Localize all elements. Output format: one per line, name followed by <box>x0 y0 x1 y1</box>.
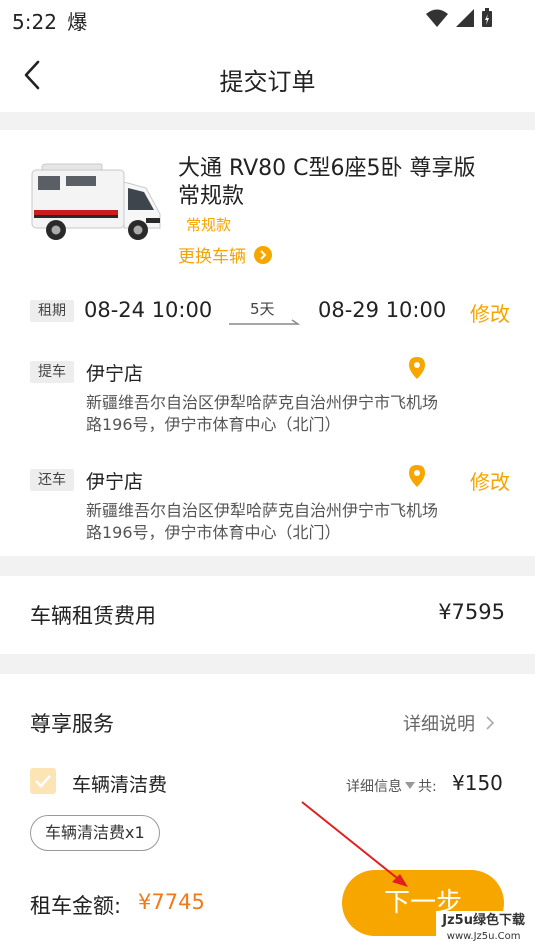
location-pin-icon[interactable] <box>408 356 426 380</box>
pickup-address: 新疆维吾尔自治区伊犁哈萨克自治州伊宁市飞机场路196号，伊宁市体育中心（北门） <box>86 393 439 434</box>
period-tag: 租期 <box>30 300 74 322</box>
modify-return-button[interactable]: 修改 <box>470 466 510 495</box>
rental-duration: 5天 <box>250 300 275 318</box>
duration-arrow-icon <box>229 319 301 325</box>
modify-period-button[interactable]: 修改 <box>470 298 510 327</box>
total-label: 租车金额: <box>30 894 122 918</box>
pickup-store: 伊宁店 <box>86 363 144 385</box>
service-title: 尊享服务 <box>30 712 114 736</box>
vehicle-name-line2: 常规款 <box>178 184 245 209</box>
service-detail-link[interactable]: 详细说明 <box>403 710 495 736</box>
item-info-label: 详细信息 <box>346 779 402 795</box>
rental-fee-label: 车辆租赁费用 <box>30 604 156 628</box>
status-icons <box>425 8 493 28</box>
return-tag: 还车 <box>30 469 74 491</box>
chevron-right-circle-icon <box>254 245 272 264</box>
battery-icon <box>482 8 492 27</box>
triangle-down-icon <box>405 782 415 789</box>
cleaning-fee-info[interactable]: 详细信息 共: <box>346 776 437 796</box>
chevron-right-icon <box>486 716 495 730</box>
item-total-prefix: 共: <box>418 779 437 795</box>
total-amount: ¥7745 <box>138 890 205 914</box>
cleaning-fee-total: ¥150 <box>452 771 503 795</box>
vehicle-badge: 常规款 <box>186 216 232 234</box>
change-vehicle-link[interactable]: 更换车辆 <box>178 242 272 267</box>
checkmark-icon <box>35 775 51 788</box>
annotation-arrow-icon <box>301 801 408 887</box>
return-address: 新疆维吾尔自治区伊犁哈萨克自治州伊宁市飞机场路196号，伊宁市体育中心（北门） <box>86 501 439 542</box>
status-time: 5:22 爆 <box>12 6 87 35</box>
nav-bar: 提交订单 <box>0 36 535 112</box>
selected-service-chip[interactable]: 车辆清洁费x1 <box>30 815 160 851</box>
rental-end: 08-29 10:00 <box>318 298 447 322</box>
rental-fee-card: 车辆租赁费用 ¥7595 <box>0 576 535 654</box>
rental-fee-amount: ¥7595 <box>438 600 505 624</box>
watermark-line1: Jz5u绿色下载 <box>442 913 525 928</box>
location-pin-icon[interactable] <box>408 464 426 488</box>
status-bar: 5:22 爆 <box>0 0 535 36</box>
vehicle-image[interactable] <box>28 162 164 248</box>
notification-glyph: 爆 <box>67 10 88 34</box>
cleaning-fee-label: 车辆清洁费 <box>72 774 168 796</box>
pickup-tag: 提车 <box>30 361 74 383</box>
wifi-icon <box>426 9 448 27</box>
order-info-card: 大通 RV80 C型6座5卧 尊享版 常规款 常规款 更换车辆 租期 08-24… <box>0 130 535 556</box>
rental-start: 08-24 10:00 <box>84 298 213 322</box>
change-vehicle-label: 更换车辆 <box>178 247 246 267</box>
clock: 5:22 <box>12 10 57 34</box>
page-title: 提交订单 <box>219 68 316 96</box>
signal-icon <box>456 9 474 27</box>
cleaning-fee-checkbox[interactable] <box>30 768 56 794</box>
watermark: Jz5u绿色下载 www.Jz5u.Com <box>436 911 531 947</box>
service-detail-label: 详细说明 <box>403 714 475 735</box>
watermark-line2: www.Jz5u.Com <box>446 931 521 942</box>
return-store: 伊宁店 <box>86 471 144 493</box>
